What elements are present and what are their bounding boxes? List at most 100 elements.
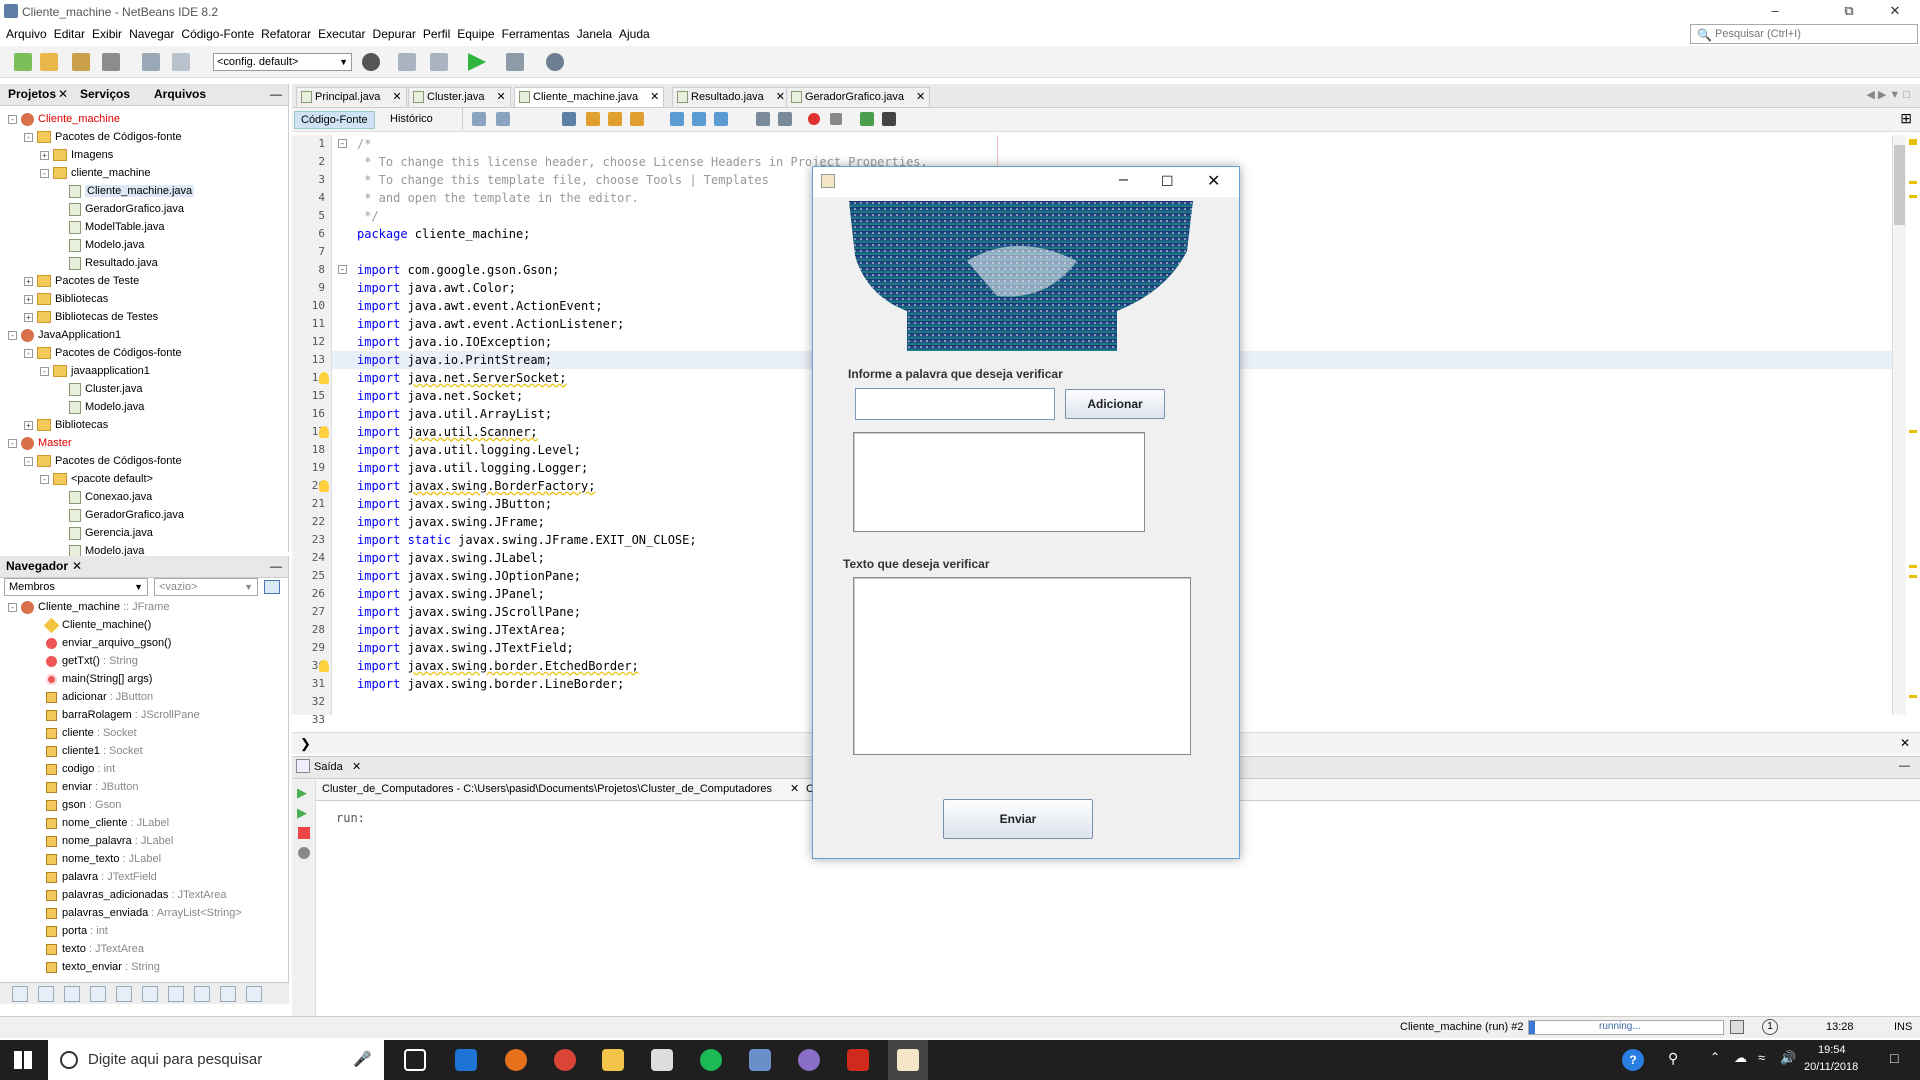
find-next-icon[interactable] — [608, 112, 622, 126]
find-previous-icon[interactable] — [586, 112, 600, 126]
menu-10[interactable]: Ferramentas — [502, 27, 570, 41]
expand-toggle-icon[interactable]: - — [24, 456, 33, 466]
close-icon[interactable]: ✕ — [392, 91, 401, 103]
tree-item[interactable]: GeradorGrafico.java — [56, 200, 184, 218]
windows-start-icon[interactable] — [14, 1051, 32, 1069]
navigator-member[interactable]: nome_cliente : JLabel — [46, 814, 169, 832]
chevron-up-icon[interactable]: ⌃ — [1710, 1050, 1720, 1064]
media-app-icon[interactable] — [798, 1049, 820, 1071]
navigator-member[interactable]: codigo : int — [46, 760, 115, 778]
tree-item[interactable]: + Bibliotecas — [24, 290, 108, 308]
tree-item[interactable]: - javaapplication1 — [40, 362, 150, 380]
profile-icon[interactable] — [546, 53, 564, 71]
new-project-icon[interactable] — [40, 53, 58, 71]
tab-navigation-icon[interactable]: ◀ ▶ ▼ □ — [1866, 88, 1910, 101]
tree-item[interactable]: Resultado.java — [56, 254, 158, 272]
progress-bar[interactable]: running... — [1528, 1020, 1724, 1035]
enviar-button[interactable]: Enviar — [943, 799, 1093, 839]
globe-icon[interactable] — [362, 53, 380, 71]
editor-scrollbar[interactable] — [1892, 135, 1906, 715]
navigator-member[interactable]: cliente1 : Socket — [46, 742, 143, 760]
settings-icon[interactable] — [298, 847, 310, 859]
minimize-panel-icon[interactable]: — — [270, 559, 282, 573]
undo-icon[interactable] — [142, 53, 160, 71]
filter-toggle-icon[interactable] — [90, 986, 106, 1002]
navigator-member[interactable]: enviar : JButton — [46, 778, 138, 796]
warning-bulb-icon[interactable] — [319, 480, 329, 492]
filter-toggle-icon[interactable] — [220, 986, 236, 1002]
tree-item[interactable]: - Cliente_machine — [8, 110, 120, 128]
menu-6[interactable]: Executar — [318, 27, 365, 41]
back-icon[interactable] — [472, 112, 486, 126]
shift-left-icon[interactable] — [756, 112, 770, 126]
expand-toggle-icon[interactable]: + — [24, 420, 33, 430]
warning-marker[interactable] — [1909, 430, 1917, 433]
navigator-member[interactable]: palavras_enviada : ArrayList<String> — [46, 904, 242, 922]
cancel-task-icon[interactable] — [1730, 1020, 1744, 1034]
texto-area[interactable] — [853, 577, 1191, 755]
menu-8[interactable]: Perfil — [423, 27, 450, 41]
task-view-icon[interactable] — [404, 1049, 426, 1071]
expand-toggle-icon[interactable]: - — [24, 132, 33, 142]
next-bookmark-icon[interactable] — [692, 112, 706, 126]
stop-icon[interactable] — [298, 827, 310, 839]
close-button[interactable]: ✕ — [1872, 0, 1918, 22]
notification-center-icon[interactable]: □ — [1890, 1050, 1898, 1066]
build-icon[interactable] — [398, 53, 416, 71]
tree-item[interactable]: Cluster.java — [56, 380, 142, 398]
tab-saida[interactable]: Saída — [314, 761, 343, 773]
menu-2[interactable]: Exibir — [92, 27, 122, 41]
menu-5[interactable]: Refatorar — [261, 27, 311, 41]
warning-marker[interactable] — [1909, 195, 1917, 198]
shift-right-icon[interactable] — [778, 112, 792, 126]
ide-search-input[interactable]: 🔍 Pesquisar (Ctrl+I) — [1690, 24, 1918, 44]
editor-tab[interactable]: Resultado.java ✕ — [672, 87, 790, 107]
debug-icon[interactable] — [506, 53, 524, 71]
filter-toggle-icon[interactable] — [168, 986, 184, 1002]
menu-1[interactable]: Editar — [54, 27, 85, 41]
tree-item[interactable]: + Pacotes de Teste — [24, 272, 139, 290]
minimize-button[interactable]: – — [1119, 171, 1128, 189]
expand-toggle-icon[interactable]: - — [8, 602, 17, 612]
navigator-member[interactable]: adicionar : JButton — [46, 688, 153, 706]
filter-toggle-icon[interactable] — [38, 986, 54, 1002]
close-icon[interactable]: ✕ — [352, 760, 361, 773]
uncomment-icon[interactable] — [882, 112, 896, 126]
edge-icon[interactable] — [455, 1049, 477, 1071]
menu-4[interactable]: Código-Fonte — [181, 27, 254, 41]
minimize-button[interactable]: – — [1752, 0, 1798, 22]
redo-icon[interactable] — [172, 53, 190, 71]
palavras-adicionadas-area[interactable] — [853, 432, 1145, 532]
close-icon[interactable]: ✕ — [790, 782, 799, 795]
open-project-icon[interactable] — [72, 53, 90, 71]
menu-11[interactable]: Janela — [577, 27, 612, 41]
expand-toggle-icon[interactable]: + — [40, 150, 49, 160]
navigator-member[interactable]: palavras_adicionadas : JTextArea — [46, 886, 227, 904]
file-explorer-icon[interactable] — [602, 1049, 624, 1071]
filter-toggle-icon[interactable] — [194, 986, 210, 1002]
navigator-title[interactable]: Navegador — [6, 559, 68, 573]
close-icon[interactable]: ✕ — [776, 91, 785, 103]
expand-toggle-icon[interactable]: - — [40, 366, 49, 376]
word-input[interactable] — [855, 388, 1055, 420]
filter-toggle-icon[interactable] — [64, 986, 80, 1002]
onedrive-icon[interactable]: ☁ — [1734, 1050, 1747, 1066]
expand-toggle-icon[interactable]: - — [8, 438, 17, 448]
tab-servicos[interactable]: Serviços — [80, 87, 130, 101]
close-button[interactable]: ✕ — [1207, 171, 1220, 191]
warning-marker[interactable] — [1909, 565, 1917, 568]
filter-toggle-icon[interactable] — [12, 986, 28, 1002]
empty-filter-select[interactable]: <vazio> ▼ — [154, 578, 258, 596]
menu-7[interactable]: Depurar — [373, 27, 416, 41]
java-app-taskbar-item[interactable] — [888, 1040, 928, 1080]
navigator-root[interactable]: - Cliente_machine :: JFrame — [8, 598, 169, 616]
navigator-member[interactable]: main(String[] args) — [46, 670, 152, 688]
filter-toggle-icon[interactable] — [142, 986, 158, 1002]
tree-item[interactable]: ModelTable.java — [56, 218, 165, 236]
expand-toggle-icon[interactable]: + — [24, 312, 33, 322]
editor-tab[interactable]: Cluster.java ✕ — [408, 87, 511, 107]
tree-item[interactable]: Modelo.java — [56, 236, 144, 254]
expand-toggle-icon[interactable]: + — [24, 294, 33, 304]
tree-item[interactable]: - JavaApplication1 — [8, 326, 121, 344]
warning-bulb-icon[interactable] — [319, 660, 329, 672]
